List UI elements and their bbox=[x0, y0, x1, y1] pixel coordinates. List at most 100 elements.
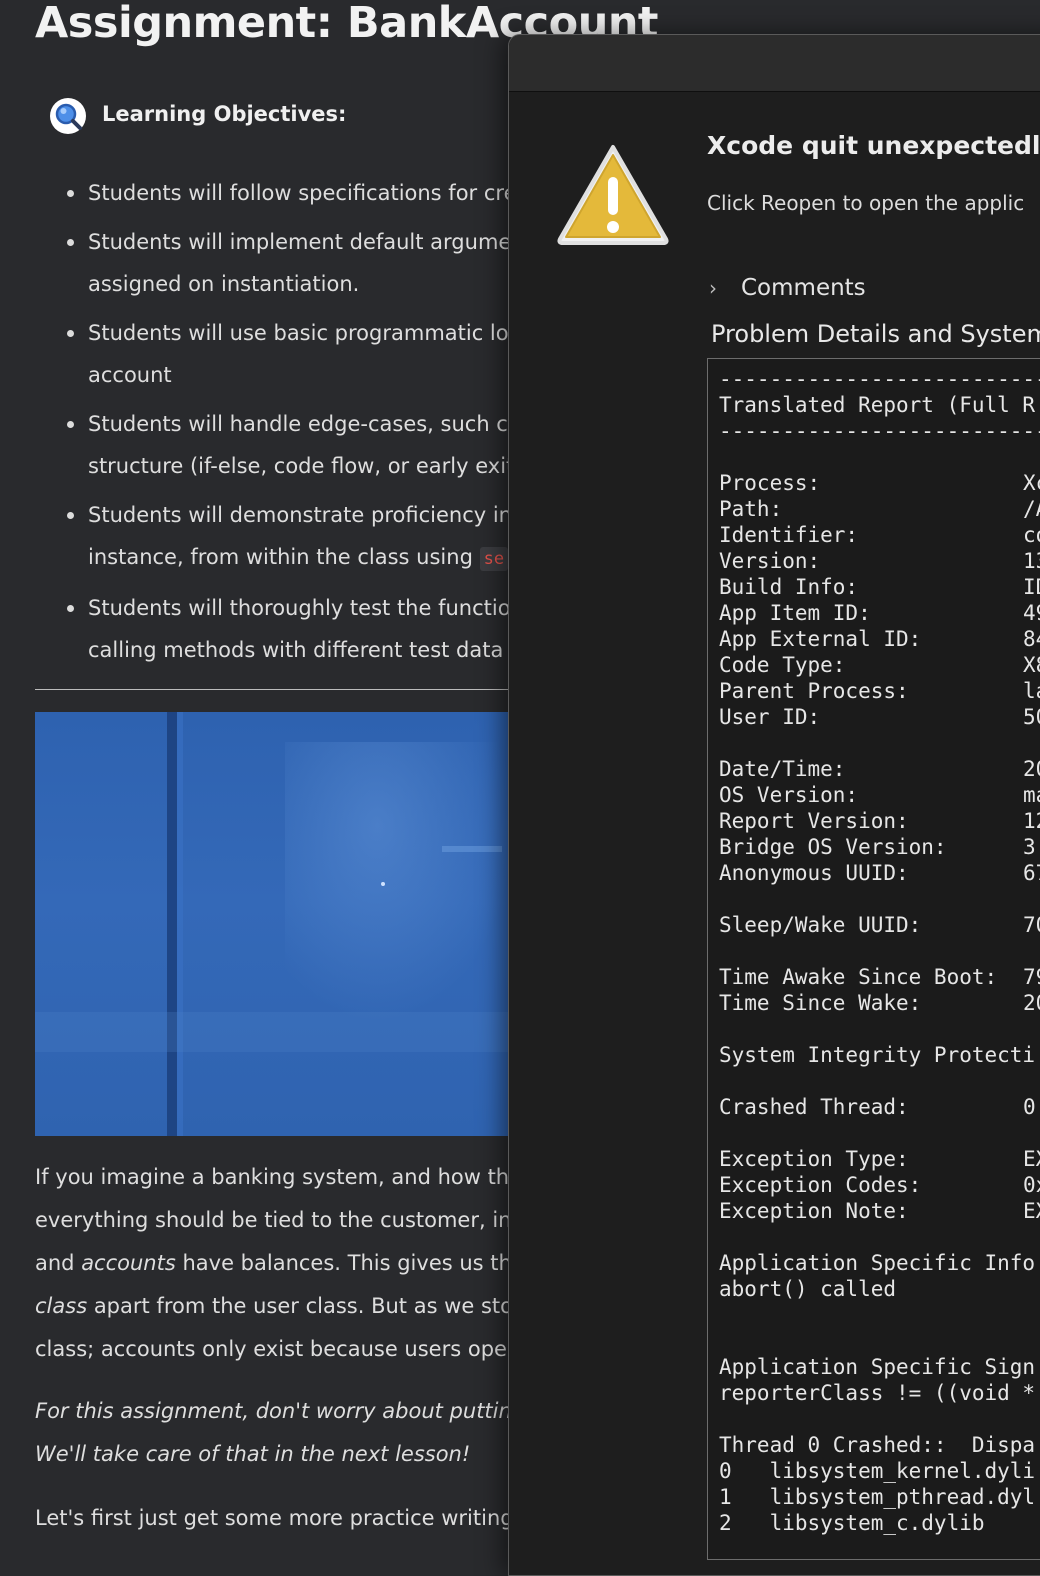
report-key: 0 libsystem_kernel.dyli bbox=[719, 1459, 1036, 1483]
report-line bbox=[719, 1120, 1040, 1146]
intro-line: If you imagine a banking system, and how… bbox=[35, 1165, 510, 1189]
report-key: Exception Type: bbox=[719, 1147, 909, 1171]
report-key: 1 libsystem_pthread.dyl bbox=[719, 1485, 1036, 1509]
objective-text: calling methods with different test data bbox=[88, 638, 504, 662]
note-line: We'll take care of that in the next less… bbox=[35, 1442, 471, 1466]
problem-details-label: Problem Details and System bbox=[711, 320, 1040, 348]
objective-item: Students will demonstrate proficiency in… bbox=[58, 494, 518, 581]
report-line: Application Specific Info bbox=[719, 1250, 1040, 1276]
objective-text: Students will handle edge-cases, such c bbox=[88, 411, 508, 436]
report-line bbox=[719, 730, 1040, 756]
report-key: Date/Time: bbox=[719, 757, 846, 781]
report-line: Path: /A bbox=[719, 496, 1040, 522]
report-line: Parent Process: la bbox=[719, 678, 1040, 704]
report-line: reporterClass != ((void * bbox=[719, 1380, 1040, 1406]
report-line: Date/Time: 20 bbox=[719, 756, 1040, 782]
report-key: ------------------------------------- bbox=[719, 367, 1040, 391]
objective-item: Students will implement default argume as… bbox=[58, 221, 518, 306]
report-key: Process: bbox=[719, 471, 821, 495]
report-line: Thread 0 Crashed:: Dispa bbox=[719, 1432, 1040, 1458]
objective-item: Students will use basic programmatic lo a… bbox=[58, 312, 518, 397]
note-paragraph: For this assignment, don't worry about p… bbox=[35, 1390, 515, 1476]
objective-text: account bbox=[88, 363, 172, 387]
report-key: App External ID: bbox=[719, 627, 922, 651]
report-line: Version: 13 bbox=[719, 548, 1040, 574]
objective-text: instance, from within the class using bbox=[88, 545, 480, 569]
report-key: OS Version: bbox=[719, 783, 859, 807]
report-key: Time Awake Since Boot: bbox=[719, 965, 998, 989]
magnifier-icon bbox=[50, 98, 86, 134]
report-key: Thread 0 Crashed:: Dispa bbox=[719, 1433, 1036, 1457]
report-value: la bbox=[1023, 679, 1040, 703]
intro-line: apart from the user class. But as we sto bbox=[87, 1294, 513, 1318]
report-line bbox=[719, 1328, 1040, 1354]
report-line bbox=[719, 938, 1040, 964]
banner-image bbox=[35, 712, 510, 1136]
report-line: Exception Note: EX bbox=[719, 1198, 1040, 1224]
report-key: Application Specific Sign bbox=[719, 1355, 1036, 1379]
report-line: ------------------------------------- bbox=[719, 418, 1040, 444]
objective-text: Students will demonstrate proficiency in bbox=[88, 502, 512, 527]
report-line: Sleep/Wake UUID: 70 bbox=[719, 912, 1040, 938]
report-line: Build Info: ID bbox=[719, 574, 1040, 600]
dialog-titlebar[interactable] bbox=[509, 35, 1040, 92]
report-value: 13 bbox=[1023, 549, 1040, 573]
report-value: 0 bbox=[1023, 1095, 1036, 1119]
comments-label: Comments bbox=[741, 275, 866, 301]
report-line: Exception Codes: 0x bbox=[719, 1172, 1040, 1198]
report-value: 67 bbox=[1023, 861, 1040, 885]
report-line: Application Specific Sign bbox=[719, 1354, 1040, 1380]
report-key: abort() called bbox=[719, 1277, 897, 1301]
divider bbox=[35, 689, 515, 690]
report-key: Time Since Wake: bbox=[719, 991, 922, 1015]
report-key: Exception Note: bbox=[719, 1199, 909, 1223]
report-line: Bridge OS Version: 3. bbox=[719, 834, 1040, 860]
report-key: Code Type: bbox=[719, 653, 846, 677]
report-key: Exception Codes: bbox=[719, 1173, 922, 1197]
comments-disclosure[interactable]: › Comments bbox=[709, 275, 866, 301]
objective-text: Students will follow specifications for … bbox=[88, 181, 517, 205]
report-line: App External ID: 84 bbox=[719, 626, 1040, 652]
objective-item: Students will thoroughly test the functi… bbox=[58, 587, 518, 672]
report-line: Crashed Thread: 0 bbox=[719, 1094, 1040, 1120]
report-line bbox=[719, 444, 1040, 470]
intro-line: class; accounts only exist because users… bbox=[35, 1337, 507, 1361]
report-line: System Integrity Protecti bbox=[719, 1042, 1040, 1068]
report-line: 2 libsystem_c.dylib bbox=[719, 1510, 1040, 1536]
report-line: Time Awake Since Boot: 79 bbox=[719, 964, 1040, 990]
objective-text: assigned on instantiation. bbox=[88, 272, 360, 296]
report-key: reporterClass != ((void * bbox=[719, 1381, 1036, 1405]
report-key: Bridge OS Version: bbox=[719, 835, 947, 859]
report-line bbox=[719, 1016, 1040, 1042]
report-key: Path: bbox=[719, 497, 783, 521]
report-line: App Item ID: 49 bbox=[719, 600, 1040, 626]
report-line: Translated Report (Full R bbox=[719, 392, 1040, 418]
report-key: Translated Report (Full R bbox=[719, 393, 1036, 417]
report-value: co bbox=[1023, 523, 1040, 547]
report-key: Build Info: bbox=[719, 575, 859, 599]
report-key: App Item ID: bbox=[719, 601, 871, 625]
report-value: 3. bbox=[1023, 835, 1040, 859]
report-line: Time Since Wake: 20 bbox=[719, 990, 1040, 1016]
report-value: 0x bbox=[1023, 1173, 1040, 1197]
report-line: ------------------------------------- bbox=[719, 366, 1040, 392]
crash-report-text[interactable]: -------------------------------------Tra… bbox=[707, 358, 1040, 1560]
report-key: Sleep/Wake UUID: bbox=[719, 913, 922, 937]
report-line: 0 libsystem_kernel.dyli bbox=[719, 1458, 1040, 1484]
chevron-right-icon: › bbox=[709, 276, 717, 300]
report-key: System Integrity Protecti bbox=[719, 1043, 1036, 1067]
report-value: EX bbox=[1023, 1147, 1040, 1171]
report-line: Anonymous UUID: 67 bbox=[719, 860, 1040, 886]
report-line bbox=[719, 1068, 1040, 1094]
report-value: 50 bbox=[1023, 705, 1040, 729]
report-line bbox=[719, 1406, 1040, 1432]
intro-line: everything should be tied to the custome… bbox=[35, 1208, 512, 1232]
intro-line: have balances. This gives us th bbox=[175, 1251, 512, 1275]
report-line: abort() called bbox=[719, 1276, 1040, 1302]
report-line: Code Type: X8 bbox=[719, 652, 1040, 678]
report-line bbox=[719, 886, 1040, 912]
report-key: ------------------------------------- bbox=[719, 419, 1040, 443]
report-value: 20 bbox=[1023, 757, 1040, 781]
report-value: X8 bbox=[1023, 653, 1040, 677]
report-line bbox=[719, 1224, 1040, 1250]
